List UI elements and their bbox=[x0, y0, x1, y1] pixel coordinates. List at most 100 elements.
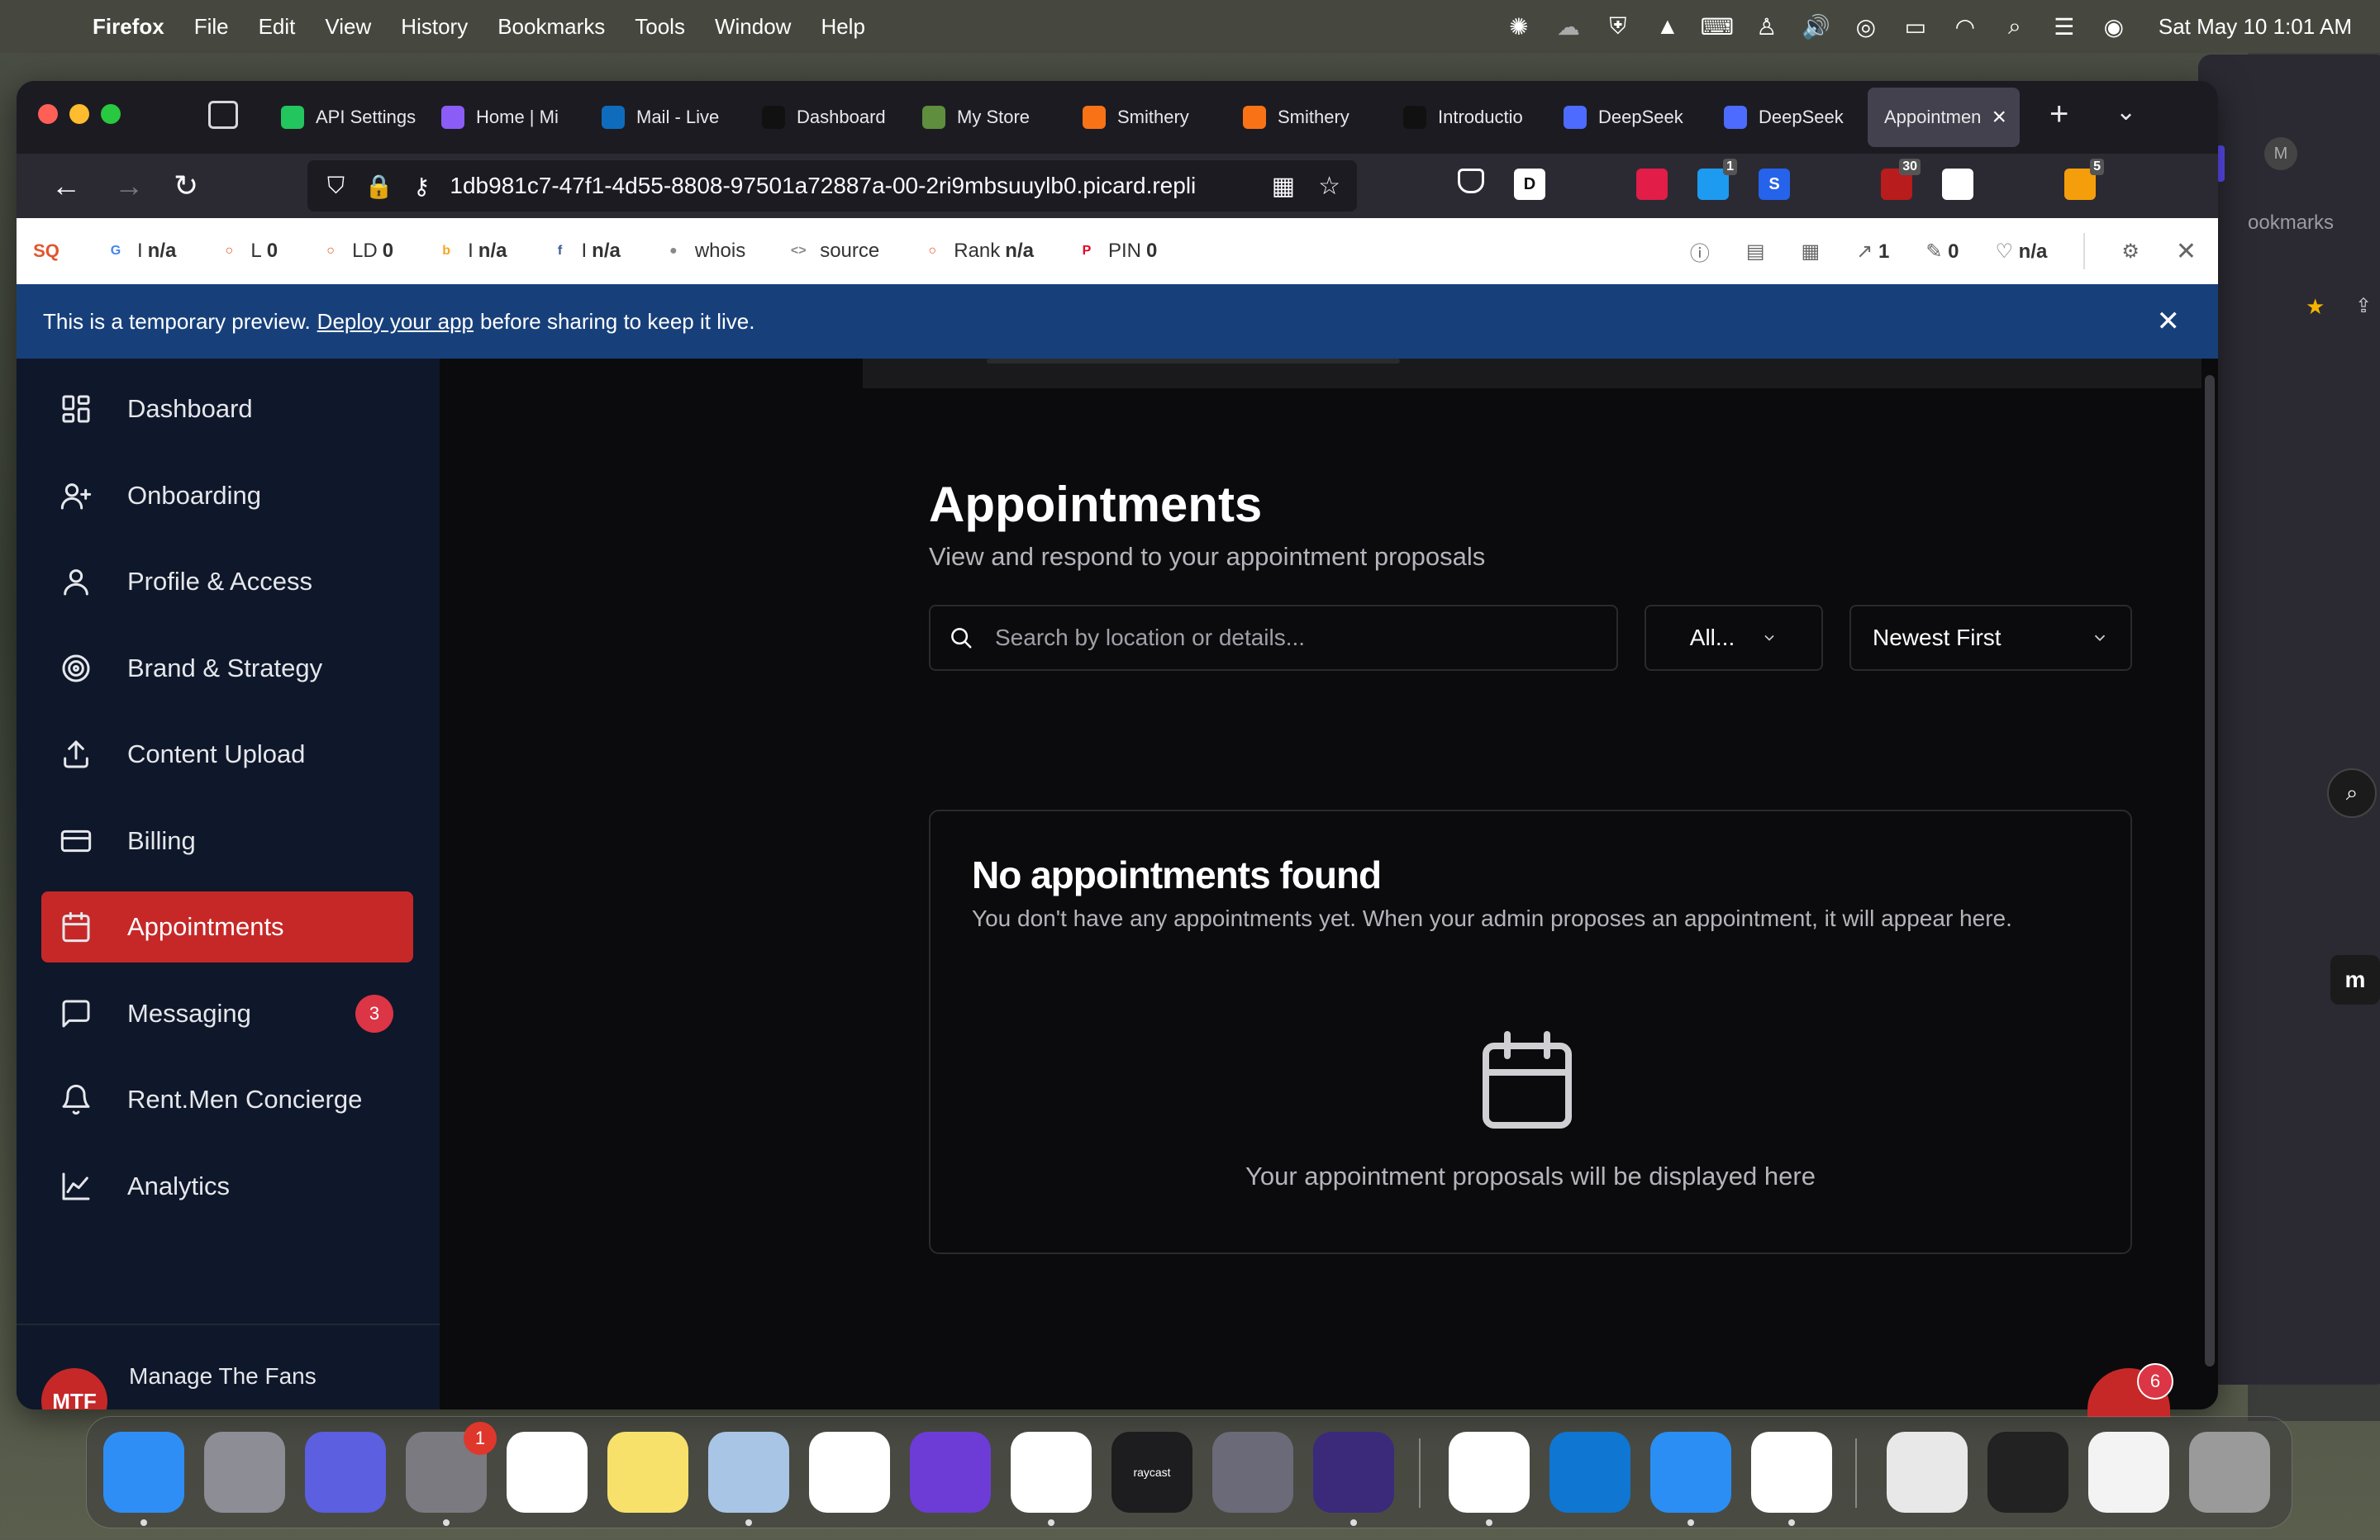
control-center-icon[interactable]: ☰ bbox=[2051, 14, 2078, 40]
menu-help[interactable]: Help bbox=[821, 14, 864, 40]
new-tab-button[interactable]: + bbox=[2049, 96, 2068, 133]
extension-icon-6[interactable]: 30 bbox=[1881, 159, 1921, 200]
close-window-button[interactable] bbox=[38, 104, 58, 124]
keyboard-icon[interactable]: ⌨ bbox=[1701, 14, 1734, 40]
menu-history[interactable]: History bbox=[401, 14, 468, 40]
tab-7[interactable]: Introductio bbox=[1387, 88, 1547, 147]
extension-icon-2[interactable] bbox=[1636, 169, 1668, 200]
dock-trash[interactable] bbox=[2189, 1432, 2270, 1513]
share-icon[interactable]: ⇪ bbox=[2355, 294, 2372, 318]
dock-photos[interactable] bbox=[1011, 1432, 1092, 1513]
close-tab-icon[interactable]: × bbox=[1992, 103, 2006, 131]
menu-file[interactable]: File bbox=[194, 14, 229, 40]
dock-window-1[interactable] bbox=[1987, 1432, 2068, 1513]
menu-view[interactable]: View bbox=[325, 14, 371, 40]
cloud-icon[interactable]: ☁ bbox=[1555, 14, 1582, 40]
edit-count[interactable]: ✎ 0 bbox=[1925, 240, 1959, 264]
menu-edit[interactable]: Edit bbox=[259, 14, 296, 40]
app-store-icon[interactable]: ▲ bbox=[1654, 13, 1681, 39]
tab-5[interactable]: Smithery bbox=[1066, 88, 1226, 147]
sidebar-item-dashboard[interactable]: Dashboard bbox=[41, 373, 413, 444]
extension-icon-8[interactable] bbox=[2003, 169, 2035, 200]
dock-opera[interactable] bbox=[507, 1432, 588, 1513]
menu-tools[interactable]: Tools bbox=[635, 14, 685, 40]
seo-score[interactable]: ♡ n/a bbox=[1995, 240, 2047, 264]
apple-icon[interactable] bbox=[33, 12, 63, 41]
qr-code-icon[interactable]: ▦ bbox=[1272, 172, 1295, 201]
minimize-window-button[interactable] bbox=[69, 104, 89, 124]
deploy-link[interactable]: Deploy your app bbox=[317, 309, 474, 335]
tab-10[interactable]: Appointmen × bbox=[1868, 88, 2020, 147]
url-text[interactable]: 1db981c7-47f1-4d55-8808-97501a72887a-00-… bbox=[450, 173, 1243, 199]
bookmark-star-icon[interactable]: ☆ bbox=[1318, 172, 1340, 201]
tab-9[interactable]: DeepSeek bbox=[1707, 88, 1868, 147]
sidebar-item-rent-men-concierge[interactable]: Rent.Men Concierge bbox=[41, 1064, 413, 1135]
sidebar-item-appointments[interactable]: Appointments bbox=[41, 891, 413, 962]
dock-window-2[interactable] bbox=[2088, 1432, 2169, 1513]
seo-metric-7[interactable]: ○ Rank n/a bbox=[922, 240, 1034, 263]
seo-metric-0[interactable]: G In/a bbox=[106, 240, 177, 263]
seo-metric-5[interactable]: ● whois bbox=[664, 240, 745, 263]
density-icon[interactable]: ▤ bbox=[1746, 240, 1765, 264]
dock-vscode[interactable] bbox=[1751, 1432, 1832, 1513]
monica-icon[interactable]: m bbox=[2330, 955, 2380, 1005]
dock-firefox[interactable] bbox=[1313, 1432, 1394, 1513]
openai-icon[interactable]: ✺ bbox=[1506, 14, 1532, 40]
extension-icon-5[interactable] bbox=[1820, 169, 1851, 200]
dock-linear[interactable] bbox=[305, 1432, 386, 1513]
account-name[interactable]: Manage The Fans bbox=[129, 1363, 317, 1390]
sidebar-item-billing[interactable]: Billing bbox=[41, 806, 413, 877]
address-bar[interactable]: ⛉ 🔒 ⚷ 1db981c7-47f1-4d55-8808-97501a7288… bbox=[307, 160, 1357, 212]
extension-icon-1[interactable] bbox=[1575, 169, 1606, 200]
sidebar-item-onboarding[interactable]: Onboarding bbox=[41, 460, 413, 531]
extension-icon-7[interactable] bbox=[1942, 169, 1973, 200]
page-scrollbar[interactable] bbox=[2202, 359, 2218, 1409]
sidebar-item-messaging[interactable]: Messaging 3 bbox=[41, 978, 413, 1049]
tab-0[interactable]: API Settings bbox=[264, 88, 425, 147]
airdrop-icon[interactable]: ◎ bbox=[1853, 14, 1879, 40]
avatar[interactable]: MTF bbox=[41, 1368, 107, 1409]
zoom-search-icon[interactable]: ⌕ bbox=[2327, 768, 2377, 818]
dock-finder[interactable] bbox=[103, 1432, 184, 1513]
permissions-key-icon[interactable]: ⚷ bbox=[413, 173, 431, 200]
star-icon[interactable]: ★ bbox=[2306, 294, 2325, 320]
shield-icon[interactable]: ⛨ bbox=[1605, 13, 1631, 39]
dock-files[interactable] bbox=[1887, 1432, 1968, 1513]
sidebar-item-profile-access[interactable]: Profile & Access bbox=[41, 546, 413, 617]
tab-3[interactable]: Dashboard bbox=[745, 88, 906, 147]
list-all-tabs-button[interactable]: ⌄ bbox=[2116, 97, 2136, 126]
tab-6[interactable]: Smithery bbox=[1226, 88, 1387, 147]
extension-icon-3[interactable]: 1 bbox=[1697, 159, 1737, 200]
dock-shortcuts[interactable] bbox=[910, 1432, 991, 1513]
dock-chrome[interactable] bbox=[809, 1432, 890, 1513]
search-icon[interactable]: ⌕ bbox=[2002, 13, 2028, 39]
back-button[interactable]: ← bbox=[51, 169, 81, 203]
tab-1[interactable]: Home | Mi bbox=[425, 88, 585, 147]
seo-metric-2[interactable]: ○ LD 0 bbox=[321, 240, 393, 263]
pocket-icon[interactable] bbox=[1458, 169, 1484, 193]
external-links[interactable]: ↗ 1 bbox=[1856, 240, 1889, 264]
search-field[interactable] bbox=[929, 605, 1618, 671]
seo-metric-1[interactable]: ○ L 0 bbox=[219, 240, 278, 263]
close-toolbar-icon[interactable]: ✕ bbox=[2176, 237, 2197, 266]
report-icon[interactable]: ▦ bbox=[1802, 240, 1821, 264]
dock-wix[interactable] bbox=[1449, 1432, 1530, 1513]
search-input[interactable] bbox=[995, 625, 1573, 651]
battery-icon[interactable]: ▭ bbox=[1902, 14, 1929, 40]
profile-avatar[interactable]: M bbox=[2264, 137, 2297, 170]
menu-app-name[interactable]: Firefox bbox=[93, 14, 164, 40]
tracking-shield-icon[interactable]: ⛉ bbox=[327, 173, 345, 200]
tab-2[interactable]: Mail - Live bbox=[585, 88, 745, 147]
seo-metric-6[interactable]: <> source bbox=[788, 240, 879, 263]
tab-4[interactable]: My Store bbox=[906, 88, 1066, 147]
menu-window[interactable]: Window bbox=[715, 14, 791, 40]
seo-metric-4[interactable]: f In/a bbox=[550, 240, 621, 263]
extension-icon-9[interactable]: 5 bbox=[2064, 159, 2104, 200]
seo-metric-3[interactable]: b In/a bbox=[436, 240, 507, 263]
dock-launchpad[interactable] bbox=[204, 1432, 285, 1513]
forward-button[interactable]: → bbox=[114, 169, 144, 203]
sort-select[interactable]: Newest First bbox=[1849, 605, 2132, 671]
tab-overview-icon[interactable] bbox=[208, 101, 238, 129]
info-icon[interactable]: ⓘ bbox=[1690, 237, 1710, 266]
dock-preview[interactable] bbox=[708, 1432, 789, 1513]
